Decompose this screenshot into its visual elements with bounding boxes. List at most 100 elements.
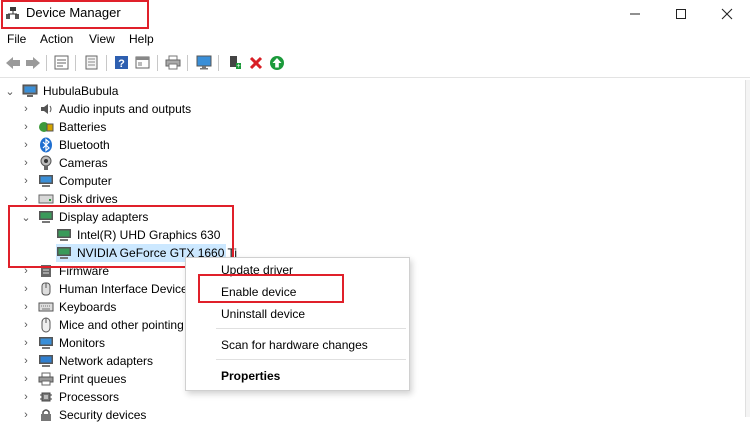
tree-item-keyboards[interactable]: › Keyboards xyxy=(20,298,116,316)
battery-icon xyxy=(38,119,54,135)
tree-item-label: Processors xyxy=(59,390,120,404)
tree-root-label: HubulaBubula xyxy=(43,84,119,98)
update-icon xyxy=(85,55,98,70)
tree-item-batteries[interactable]: › Batteries xyxy=(20,118,106,136)
menu-action[interactable]: Action xyxy=(40,32,73,46)
context-scan-hardware[interactable]: Scan for hardware changes xyxy=(221,338,368,352)
show-hidden-icon xyxy=(135,56,150,69)
uninstall-icon xyxy=(249,56,262,69)
tree-item-label: Bluetooth xyxy=(59,138,110,152)
printer-icon xyxy=(38,371,54,387)
tree-item-label: Network adapters xyxy=(59,354,154,368)
back-icon xyxy=(5,56,20,69)
tree-item-network-adapters[interactable]: › Network adapters xyxy=(20,352,153,370)
tree-item-label: Human Interface Devices xyxy=(59,282,194,296)
bluetooth-icon xyxy=(38,137,54,153)
print-button[interactable] xyxy=(164,54,181,71)
camera-icon xyxy=(38,155,54,171)
tree-item-label: Print queues xyxy=(59,372,127,386)
forward-button[interactable] xyxy=(24,54,41,71)
chevron-right-icon[interactable]: › xyxy=(20,156,32,170)
close-button[interactable] xyxy=(704,0,750,28)
context-properties[interactable]: Properties xyxy=(221,369,280,383)
chevron-right-icon[interactable]: › xyxy=(20,282,32,296)
chevron-right-icon[interactable]: › xyxy=(20,138,32,152)
uninstall-device-button[interactable] xyxy=(247,54,264,71)
context-separator xyxy=(216,359,406,360)
tree-item-computer[interactable]: › Computer xyxy=(20,172,112,190)
chevron-right-icon[interactable]: › xyxy=(20,318,32,332)
tree-item-audio[interactable]: › Audio inputs and outputs xyxy=(20,100,191,118)
update-button[interactable] xyxy=(83,54,100,71)
scan-hardware-button[interactable] xyxy=(195,54,212,71)
hid-icon xyxy=(38,281,54,297)
help-icon: ? xyxy=(115,56,128,70)
speaker-icon xyxy=(38,101,54,117)
tree-item-bluetooth[interactable]: › Bluetooth xyxy=(20,136,110,154)
tree-item-label: Cameras xyxy=(59,156,108,170)
context-separator xyxy=(216,328,406,329)
chevron-right-icon[interactable]: › xyxy=(20,336,32,350)
print-icon xyxy=(165,55,180,70)
tree-item-label: Batteries xyxy=(59,120,107,134)
add-driver-icon: + xyxy=(230,56,241,70)
tree-item-label: Disk drives xyxy=(59,192,118,206)
chevron-right-icon[interactable]: › xyxy=(20,354,32,368)
tree-item-security-devices[interactable]: › Security devices xyxy=(20,406,146,424)
tree-item-label: Audio inputs and outputs xyxy=(59,102,192,116)
chevron-right-icon[interactable]: › xyxy=(20,120,32,134)
properties-button[interactable] xyxy=(53,54,70,71)
menu-view[interactable]: View xyxy=(89,32,115,46)
chevron-down-icon[interactable]: ⌄ xyxy=(4,84,16,98)
processor-icon xyxy=(38,389,54,405)
add-driver-button[interactable]: + xyxy=(226,54,243,71)
network-icon xyxy=(38,353,54,369)
title-highlight-box xyxy=(1,0,149,29)
chevron-right-icon[interactable]: › xyxy=(20,174,32,188)
title-bar: Device Manager xyxy=(0,0,750,30)
enable-device-highlight-box xyxy=(198,274,344,303)
tree-item-processors[interactable]: › Processors xyxy=(20,388,119,406)
toolbar: ? + xyxy=(0,49,750,78)
tree-item-cameras[interactable]: › Cameras xyxy=(20,154,108,172)
toolbar-separator xyxy=(157,55,158,71)
scrollbar-track[interactable] xyxy=(745,80,750,417)
menu-bar: File Action View Help xyxy=(0,30,750,48)
toolbar-separator xyxy=(75,55,76,71)
back-button[interactable] xyxy=(4,54,21,71)
chevron-right-icon[interactable]: › xyxy=(20,372,32,386)
chevron-right-icon[interactable]: › xyxy=(20,192,32,206)
tree-root[interactable]: ⌄ HubulaBubula xyxy=(4,82,118,100)
help-button[interactable]: ? xyxy=(113,54,130,71)
security-icon xyxy=(38,407,54,423)
tree-item-mice[interactable]: › Mice and other pointing xyxy=(20,316,184,334)
chevron-right-icon[interactable]: › xyxy=(20,300,32,314)
tree-item-label: Security devices xyxy=(59,408,147,422)
context-uninstall-device[interactable]: Uninstall device xyxy=(221,307,305,321)
chevron-right-icon[interactable]: › xyxy=(20,408,32,422)
maximize-icon xyxy=(676,9,686,19)
toolbar-separator xyxy=(46,55,47,71)
menu-file[interactable]: File xyxy=(7,32,26,46)
computer-icon xyxy=(22,83,38,99)
maximize-button[interactable] xyxy=(658,0,704,28)
computer-icon xyxy=(38,173,54,189)
forward-icon xyxy=(25,56,40,69)
enable-icon xyxy=(269,55,284,70)
minimize-button[interactable] xyxy=(612,0,658,28)
tree-item-label: Monitors xyxy=(59,336,106,350)
tree-item-hid[interactable]: › Human Interface Devices xyxy=(20,280,194,298)
menu-help[interactable]: Help xyxy=(129,32,154,46)
toolbar-separator xyxy=(106,55,107,71)
tree-item-label: Keyboards xyxy=(59,300,117,314)
show-hidden-button[interactable] xyxy=(134,54,151,71)
tree-item-monitors[interactable]: › Monitors xyxy=(20,334,105,352)
svg-text:+: + xyxy=(236,63,240,70)
tree-item-label: Computer xyxy=(59,174,112,188)
chevron-right-icon[interactable]: › xyxy=(20,390,32,404)
chevron-right-icon[interactable]: › xyxy=(20,102,32,116)
tree-item-print-queues[interactable]: › Print queues xyxy=(20,370,126,388)
enable-device-button[interactable] xyxy=(268,54,285,71)
svg-text:?: ? xyxy=(118,58,125,70)
mouse-icon xyxy=(38,317,54,333)
